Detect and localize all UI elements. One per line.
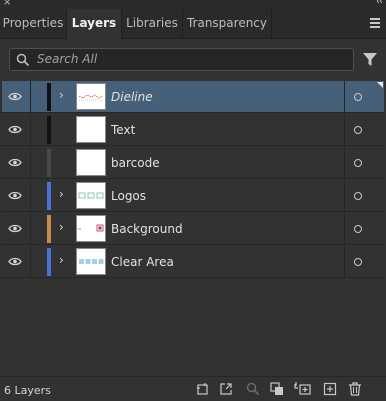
expand-chevron-icon[interactable]: › [59,187,64,201]
panel-tabs: Properties Layers Libraries Transparency [0,9,386,39]
expand-chevron-icon[interactable]: › [59,253,64,267]
visibility-eye-icon[interactable] [8,125,22,134]
layer-name[interactable]: Text [111,123,135,137]
visibility-eye-icon[interactable] [8,191,22,200]
column-divider [344,81,345,113]
close-panel-icon[interactable]: × [3,0,11,8]
column-divider [344,114,345,146]
layer-row-text[interactable]: Text [2,114,384,146]
column-divider [30,213,31,245]
layer-color-bar [47,248,51,276]
export-icon[interactable] [219,382,233,396]
layer-row-clear-area[interactable]: › Clear Area [2,246,384,278]
layer-name[interactable]: Dieline [111,90,153,104]
layer-thumbnail [76,149,106,176]
visibility-eye-icon[interactable] [8,158,22,167]
layer-thumbnail [76,182,106,209]
target-circle-icon[interactable] [354,126,362,134]
column-divider [30,180,31,212]
expand-chevron-icon[interactable]: › [59,88,64,102]
target-circle-icon[interactable] [354,192,362,200]
layer-row-barcode[interactable]: barcode [2,147,384,179]
tab-libraries[interactable]: Libraries [122,9,183,38]
hamburger-menu-icon[interactable] [370,18,380,30]
layer-color-bar [47,149,51,177]
target-circle-icon[interactable] [354,93,362,101]
expand-chevron-icon[interactable]: › [59,220,64,234]
panel-topbar: × ‹‹ [0,0,386,9]
layer-color-bar [47,83,51,111]
search-input[interactable]: Search All [37,52,97,66]
layer-thumbnail [76,248,106,275]
make-clipping-mask-icon[interactable] [270,382,284,396]
layer-thumbnail [76,116,106,143]
column-divider [344,246,345,278]
tab-transparency[interactable]: Transparency [183,9,272,38]
filter-icon[interactable] [362,52,378,68]
collect-for-export-icon[interactable] [196,382,210,396]
target-circle-icon[interactable] [354,258,362,266]
layer-row-logos[interactable]: › Logos [2,180,384,212]
search-icon [16,53,30,67]
column-divider [344,147,345,179]
locate-object-icon[interactable] [246,382,260,396]
visibility-eye-icon[interactable] [8,224,22,233]
create-sublayer-icon[interactable] [294,382,312,396]
layer-name[interactable]: Background [111,222,183,236]
column-divider [344,213,345,245]
layer-row-dieline[interactable]: › Dieline [2,81,384,113]
search-field[interactable]: Search All [9,48,354,71]
layer-name[interactable]: Logos [111,189,146,203]
layer-color-bar [47,182,51,210]
target-circle-icon[interactable] [354,225,362,233]
tab-layers[interactable]: Layers [67,9,122,39]
layer-name[interactable]: Clear Area [111,255,174,269]
tab-properties[interactable]: Properties [0,9,67,38]
layer-thumbnail [76,215,106,242]
visibility-eye-icon[interactable] [8,92,22,101]
collapse-panel-icon[interactable]: ‹‹ [376,0,383,7]
selection-corner-indicator [377,82,383,88]
layer-name[interactable]: barcode [111,156,160,170]
layer-color-bar [47,116,51,144]
column-divider [30,114,31,146]
create-new-layer-icon[interactable] [323,382,337,396]
layer-count: 6 Layers [4,384,51,397]
column-divider [344,180,345,212]
layer-thumbnail [76,83,106,110]
delete-icon[interactable] [348,382,362,396]
panel-footer: 6 Layers [0,376,386,401]
visibility-eye-icon[interactable] [8,257,22,266]
target-circle-icon[interactable] [354,159,362,167]
column-divider [30,81,31,113]
column-divider [30,147,31,179]
layer-row-background[interactable]: › Background [2,213,384,245]
layer-color-bar [47,215,51,243]
column-divider [30,246,31,278]
